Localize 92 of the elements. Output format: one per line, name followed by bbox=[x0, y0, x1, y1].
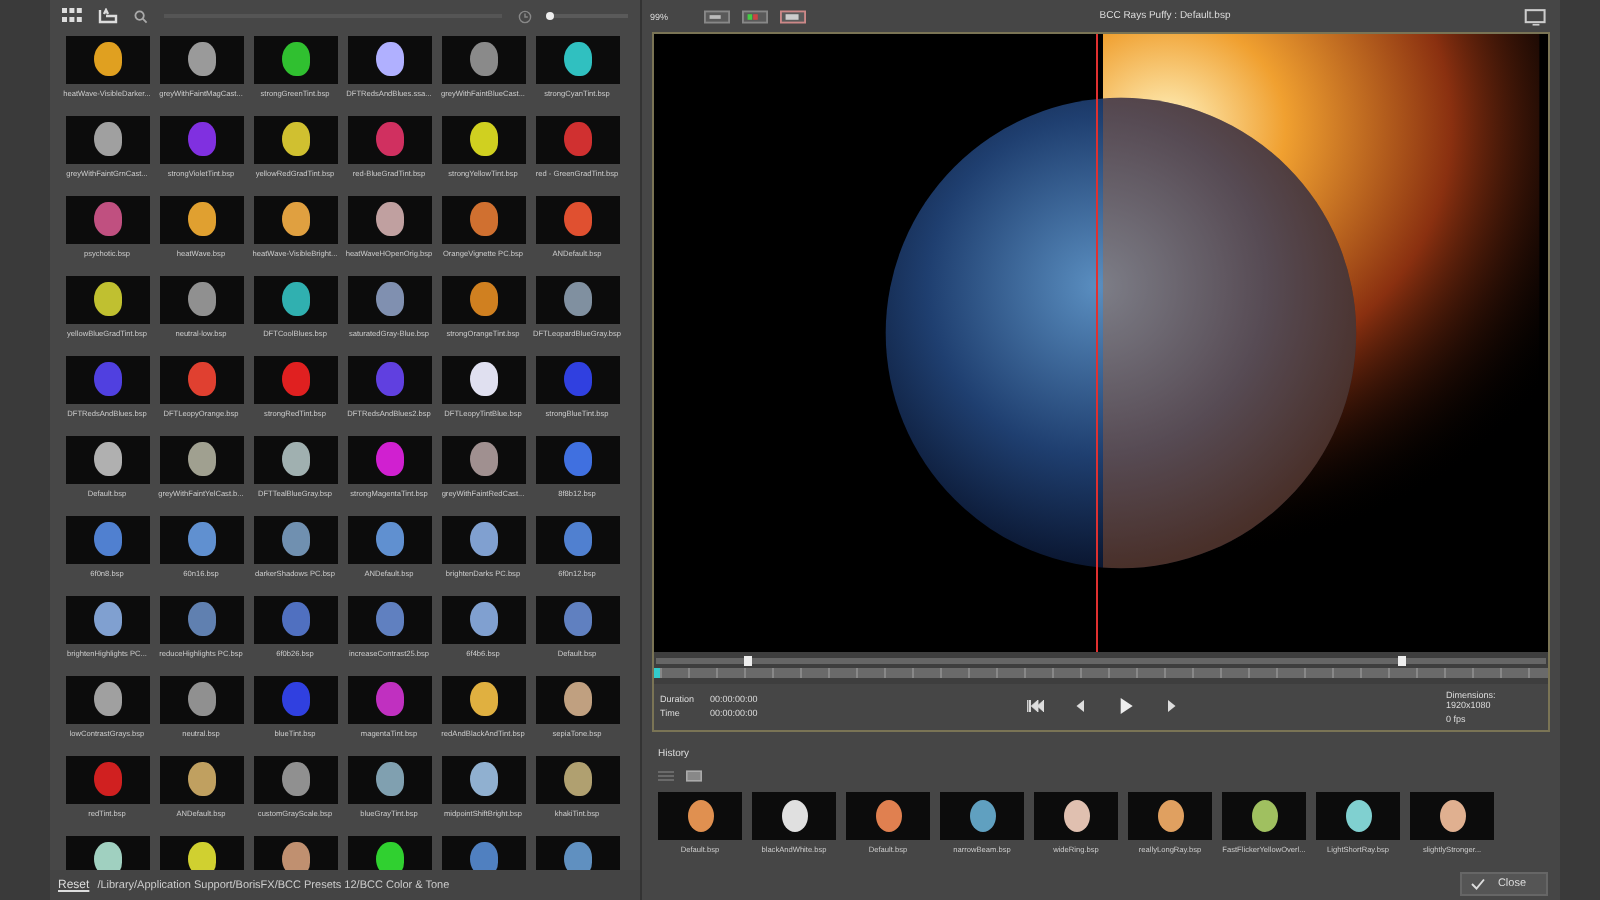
preset-thumbnail[interactable] bbox=[253, 356, 337, 404]
history-thumbnail[interactable] bbox=[846, 792, 930, 840]
thumbnail-view-icon[interactable] bbox=[686, 770, 702, 782]
preset-thumbnail[interactable] bbox=[65, 436, 149, 484]
preset-thumbnail[interactable] bbox=[65, 356, 149, 404]
preset-thumbnail[interactable] bbox=[347, 516, 431, 564]
play-icon[interactable] bbox=[1118, 696, 1134, 716]
preset-thumbnail[interactable] bbox=[535, 36, 619, 84]
preset-thumbnail[interactable] bbox=[159, 436, 243, 484]
folder-up-icon[interactable] bbox=[98, 8, 118, 24]
preset-thumbnail[interactable] bbox=[253, 196, 337, 244]
view-mode-icon[interactable] bbox=[704, 9, 731, 23]
preset-thumbnail[interactable] bbox=[347, 116, 431, 164]
preset-thumbnail[interactable] bbox=[535, 356, 619, 404]
preset-thumbnail[interactable] bbox=[65, 276, 149, 324]
preset-thumbnail[interactable] bbox=[65, 676, 149, 724]
preset-thumbnail[interactable] bbox=[253, 436, 337, 484]
preset-thumbnail[interactable] bbox=[441, 116, 525, 164]
in-point-handle[interactable] bbox=[744, 656, 752, 666]
step-back-icon[interactable] bbox=[1072, 700, 1090, 712]
preset-thumbnail[interactable] bbox=[535, 676, 619, 724]
slider-thumb[interactable] bbox=[545, 11, 554, 19]
preset-thumbnail[interactable] bbox=[535, 596, 619, 644]
preset-thumbnail[interactable] bbox=[253, 516, 337, 564]
preset-thumbnail[interactable] bbox=[347, 196, 431, 244]
preset-thumbnail[interactable] bbox=[347, 676, 431, 724]
history-thumbnail[interactable] bbox=[1034, 792, 1118, 840]
preset-thumbnail[interactable] bbox=[253, 756, 337, 804]
preset-thumbnail[interactable] bbox=[441, 596, 525, 644]
preset-thumbnail[interactable] bbox=[253, 836, 337, 870]
preset-thumbnail[interactable] bbox=[347, 276, 431, 324]
history-thumbnail[interactable] bbox=[1410, 792, 1494, 840]
preset-thumbnail[interactable] bbox=[535, 756, 619, 804]
preset-thumbnail[interactable] bbox=[159, 276, 243, 324]
checkmark-icon bbox=[1469, 878, 1486, 890]
preset-thumbnail[interactable] bbox=[347, 356, 431, 404]
preset-thumbnail[interactable] bbox=[347, 596, 431, 644]
preset-thumbnail[interactable] bbox=[159, 36, 243, 84]
preset-thumbnail[interactable] bbox=[441, 276, 525, 324]
preset-thumbnail[interactable] bbox=[159, 116, 243, 164]
preset-thumbnail[interactable] bbox=[159, 356, 243, 404]
preset-thumbnail[interactable] bbox=[159, 196, 243, 244]
step-forward-icon[interactable] bbox=[1162, 700, 1180, 712]
skip-to-start-icon[interactable] bbox=[1026, 700, 1044, 712]
preset-thumbnail[interactable] bbox=[65, 36, 149, 84]
history-thumbnail[interactable] bbox=[752, 792, 836, 840]
preset-thumbnail[interactable] bbox=[159, 596, 243, 644]
preset-thumbnail[interactable] bbox=[441, 516, 525, 564]
clock-icon[interactable] bbox=[518, 9, 532, 23]
preset-thumbnail[interactable] bbox=[347, 756, 431, 804]
preset-thumbnail[interactable] bbox=[159, 676, 243, 724]
preset-thumbnail[interactable] bbox=[253, 36, 337, 84]
preset-thumbnail[interactable] bbox=[441, 36, 525, 84]
preset-thumbnail[interactable] bbox=[65, 516, 149, 564]
preset-thumbnail[interactable] bbox=[65, 756, 149, 804]
history-thumbnail[interactable] bbox=[1128, 792, 1212, 840]
preset-thumbnail[interactable] bbox=[65, 116, 149, 164]
preset-thumbnail[interactable] bbox=[535, 116, 619, 164]
preset-thumbnail[interactable] bbox=[159, 836, 243, 870]
preset-thumbnail[interactable] bbox=[65, 836, 149, 870]
history-thumbnail[interactable] bbox=[1222, 792, 1306, 840]
preset-thumbnail[interactable] bbox=[441, 196, 525, 244]
preset-thumbnail[interactable] bbox=[441, 356, 525, 404]
preset-thumbnail[interactable] bbox=[253, 276, 337, 324]
preset-thumbnail[interactable] bbox=[65, 196, 149, 244]
preset-thumbnail[interactable] bbox=[535, 196, 619, 244]
monitor-icon[interactable] bbox=[1524, 7, 1548, 25]
preset-thumbnail[interactable] bbox=[159, 516, 243, 564]
preset-thumbnail[interactable] bbox=[347, 836, 431, 870]
preset-thumbnail[interactable] bbox=[441, 436, 525, 484]
history-thumbnail[interactable] bbox=[658, 792, 742, 840]
preset-thumbnail[interactable] bbox=[253, 116, 337, 164]
out-point-handle[interactable] bbox=[1398, 656, 1406, 666]
preset-thumbnail[interactable] bbox=[535, 276, 619, 324]
history-thumbnail[interactable] bbox=[940, 792, 1024, 840]
preset-thumbnail[interactable] bbox=[347, 436, 431, 484]
preset-thumbnail[interactable] bbox=[253, 596, 337, 644]
preset-thumbnail[interactable] bbox=[535, 836, 619, 870]
preset-thumbnail[interactable] bbox=[441, 676, 525, 724]
channel-icon[interactable] bbox=[742, 9, 769, 23]
search-icon[interactable] bbox=[134, 9, 148, 23]
preset-thumbnail[interactable] bbox=[65, 596, 149, 644]
preset-thumbnail[interactable] bbox=[535, 436, 619, 484]
preset-thumbnail[interactable] bbox=[347, 36, 431, 84]
preset-thumbnail[interactable] bbox=[535, 516, 619, 564]
history-thumbnail[interactable] bbox=[1316, 792, 1400, 840]
preset-thumbnail[interactable] bbox=[253, 676, 337, 724]
preset-thumbnail[interactable] bbox=[159, 756, 243, 804]
grid-icon[interactable] bbox=[62, 8, 82, 24]
preset-thumbnail[interactable] bbox=[441, 836, 525, 870]
preset-thumbnail[interactable] bbox=[441, 756, 525, 804]
split-view-icon[interactable] bbox=[780, 9, 807, 23]
